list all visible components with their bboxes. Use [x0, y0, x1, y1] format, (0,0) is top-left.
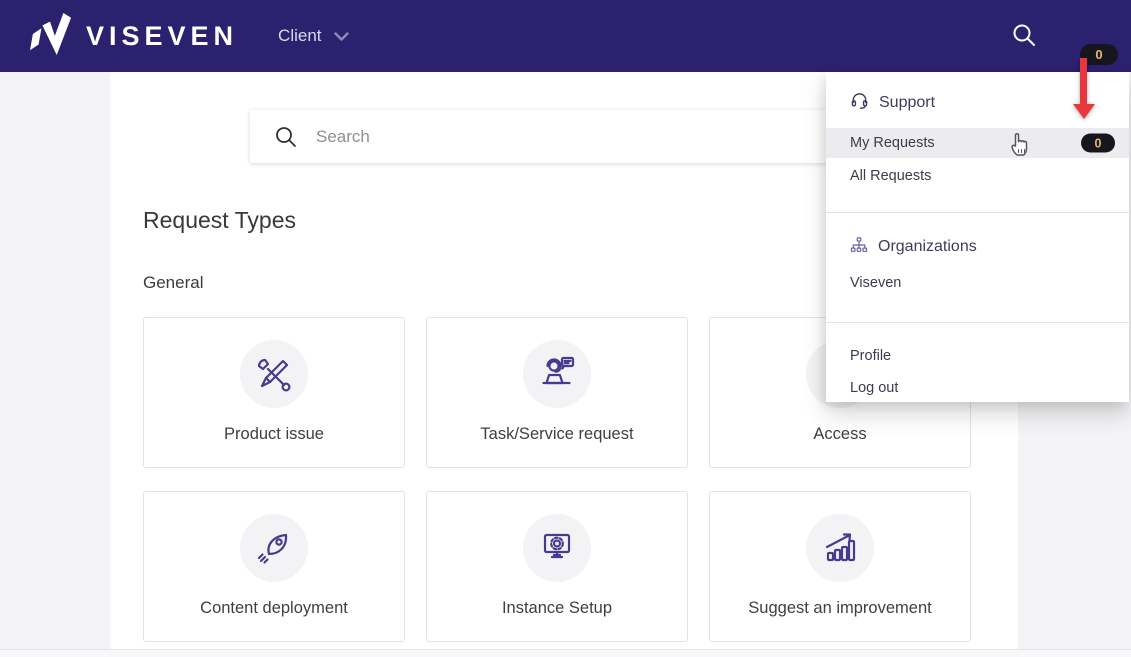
section-title-general: General [143, 273, 204, 292]
red-annotation-arrow [1073, 58, 1095, 122]
support-header-label: Support [879, 94, 936, 111]
client-dropdown-label: Client [278, 26, 322, 45]
chevron-down-icon [333, 26, 349, 46]
tools-icon [257, 358, 291, 392]
arrow-head [1073, 104, 1095, 119]
growth-chart-icon [825, 533, 856, 562]
menu-divider [826, 212, 1129, 213]
search-bar [250, 110, 878, 163]
menu-item-log-out[interactable]: Log out [826, 374, 1129, 402]
top-navbar: VISEVEN Client [0, 0, 1131, 72]
card-icon-circle [240, 340, 308, 408]
client-dropdown[interactable]: Client [278, 26, 349, 46]
request-type-card-task-service[interactable]: Task/Service request [426, 317, 688, 468]
menu-item-label: Profile [850, 348, 892, 364]
organizations-section-header: Organizations [850, 232, 977, 262]
arrow-shaft [1080, 58, 1087, 106]
search-icon[interactable] [1010, 21, 1038, 49]
support-agent-icon [542, 356, 575, 385]
headset-icon [850, 91, 869, 115]
page-title: Request Types [143, 207, 297, 233]
menu-item-label: Viseven [850, 275, 902, 291]
card-label: Instance Setup [501, 599, 613, 617]
monitor-gear-icon [543, 533, 571, 559]
menu-item-profile[interactable]: Profile [826, 342, 1129, 370]
search-input[interactable] [314, 125, 878, 148]
rocket-icon [257, 533, 288, 564]
card-label: Suggest an improvement [748, 599, 932, 617]
hand-pointer-cursor-icon [1008, 127, 1035, 163]
card-label: Content deployment [200, 599, 348, 617]
card-label: Access [813, 425, 867, 443]
card-icon-circle [806, 514, 874, 582]
menu-item-all-requests[interactable]: All Requests [826, 162, 1129, 190]
menu-item-my-requests[interactable]: My Requests 0 [826, 128, 1129, 158]
menu-divider [826, 322, 1129, 323]
card-icon-circle [240, 514, 308, 582]
sitemap-icon [850, 236, 868, 258]
request-type-card-product-issue[interactable]: Product issue [143, 317, 405, 468]
bottom-edge-strip [0, 649, 1131, 657]
brand-name: VISEVEN [86, 20, 239, 51]
menu-item-label: My Requests [850, 135, 935, 151]
my-requests-count-badge: 0 [1081, 133, 1115, 153]
organizations-header-label: Organizations [878, 238, 977, 255]
request-type-card-instance-setup[interactable]: Instance Setup [426, 491, 688, 642]
menu-item-viseven-org[interactable]: Viseven [826, 269, 1129, 297]
card-label: Task/Service request [480, 425, 634, 443]
viseven-logo-icon [30, 11, 72, 62]
request-type-card-suggest-improvement[interactable]: Suggest an improvement [709, 491, 971, 642]
card-icon-circle [523, 340, 591, 408]
brand-logo[interactable]: VISEVEN [30, 11, 238, 62]
card-label: Product issue [224, 425, 324, 443]
search-icon [276, 126, 296, 147]
request-type-card-content-deployment[interactable]: Content deployment [143, 491, 405, 642]
menu-item-label: All Requests [850, 168, 932, 184]
support-section-header: Support [850, 88, 935, 118]
menu-item-label: Log out [850, 380, 899, 396]
card-icon-circle [523, 514, 591, 582]
